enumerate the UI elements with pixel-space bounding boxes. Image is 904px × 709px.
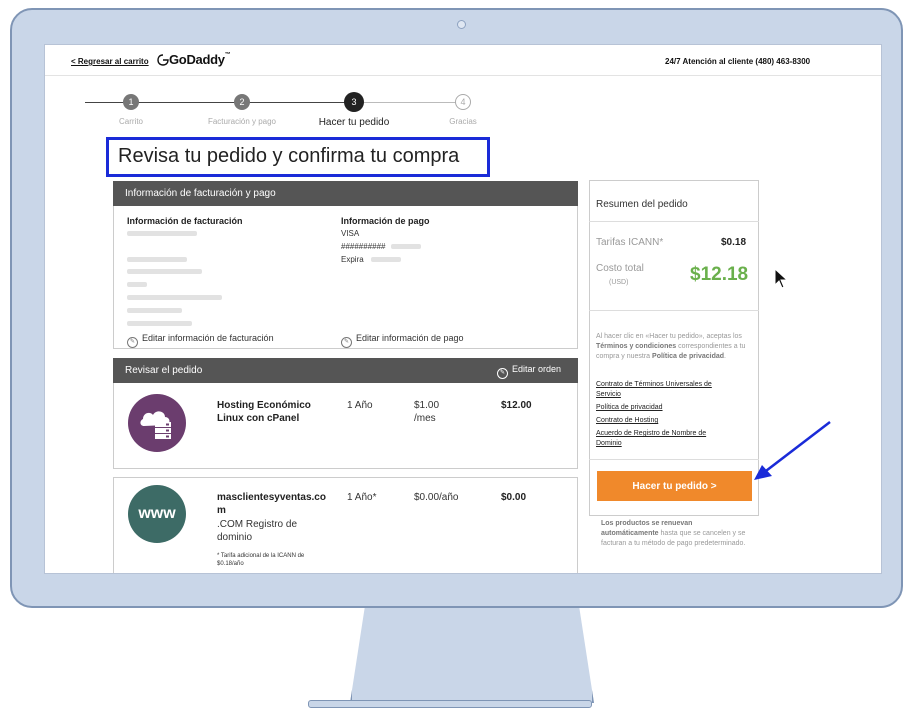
godaddy-logo[interactable]: GoDaddy™	[169, 52, 231, 67]
card-number: ##########	[341, 242, 386, 251]
redacted-email	[127, 257, 187, 262]
icann-fee-value: $0.18	[721, 237, 747, 248]
domain-agreement-link-cont[interactable]: Dominio	[596, 439, 622, 449]
legal-text: Al hacer clic en «Hacer tu pedido», acep…	[596, 333, 746, 360]
godaddy-logo-icon	[157, 53, 169, 71]
camera-dot	[457, 20, 466, 29]
edit-pencil-icon: ✎	[341, 337, 352, 348]
auto-renew-note: Los productos se renuevan automáticament…	[601, 520, 746, 547]
top-bar: < Regresar al carrito GoDaddy™ 24/7 Aten…	[45, 45, 881, 76]
redacted-address	[127, 269, 202, 274]
edit-billing-label: Editar información de facturación	[142, 333, 274, 343]
redacted-unit	[127, 282, 147, 287]
stepper-line-todo	[357, 102, 462, 103]
hosting-contract-link[interactable]: Contrato de Hosting	[596, 416, 658, 426]
redacted-expiry	[371, 257, 401, 262]
domain-icann-note: * Tarifa adicional de la ICANN de $0.18/a…	[217, 553, 305, 567]
edit-billing-link[interactable]: ✎ Editar información de facturación	[127, 333, 274, 348]
domain-price: $0.00/año	[414, 492, 459, 503]
redacted-name	[127, 231, 197, 236]
back-to-cart-link[interactable]: < Regresar al carrito	[71, 57, 149, 66]
domain-product-type: .COM Registro de dominio	[217, 519, 298, 543]
step-2-label: Facturación y pago	[207, 117, 277, 126]
domain-term: 1 Año*	[347, 492, 377, 503]
summary-divider	[589, 459, 759, 460]
payment-info-label: Información de pago	[341, 216, 430, 226]
redacted-country	[127, 308, 182, 313]
redacted-city	[127, 295, 222, 300]
billing-section-header: Información de facturación y pago	[113, 181, 578, 206]
card-type: VISA	[341, 229, 360, 238]
edit-pencil-icon: ✎	[497, 368, 508, 379]
summary-title: Resumen del pedido	[596, 199, 688, 210]
support-phone[interactable]: 24/7 Atención al cliente (480) 463-8300	[665, 57, 810, 66]
page-title: Revisa tu pedido y confirma tu compra	[118, 145, 460, 167]
total-currency: (USD)	[609, 279, 629, 286]
billing-info-label: Información de facturación	[127, 216, 243, 226]
monitor-stand-base	[308, 700, 592, 708]
annotation-arrow-icon	[752, 420, 832, 487]
step-4-circle: 4	[455, 94, 471, 110]
hosting-term: 1 Año	[347, 400, 373, 411]
edit-order-label: Editar orden	[512, 364, 562, 374]
www-globe-icon: www	[128, 485, 186, 543]
billing-panel	[113, 206, 578, 349]
summary-divider	[589, 310, 759, 311]
universal-terms-link-cont[interactable]: Servicio	[596, 390, 621, 400]
summary-divider	[589, 221, 759, 222]
redacted-phone	[127, 321, 192, 326]
redacted-card-digits	[391, 244, 421, 249]
mouse-cursor-icon	[774, 267, 789, 295]
total-cost-label: Costo total	[596, 263, 644, 274]
edit-payment-label: Editar información de pago	[356, 333, 464, 343]
domain-product-name: masclientesyventas.co m	[217, 492, 326, 516]
monitor-stand	[350, 608, 594, 703]
icann-fee-label: Tarifas ICANN*	[596, 237, 664, 248]
step-3-circle: 3	[344, 92, 364, 112]
step-3-label: Hacer tu pedido	[318, 117, 390, 128]
step-1-label: Carrito	[118, 117, 143, 126]
hosting-price: $1.00/mes	[414, 400, 440, 424]
domain-total: $0.00	[501, 492, 527, 503]
step-1-circle: 1	[123, 94, 139, 110]
privacy-policy-link[interactable]: Política de privacidad	[596, 403, 663, 413]
expires-label: Expira	[341, 255, 364, 264]
total-cost-value: $12.18	[690, 264, 749, 285]
hosting-total: $12.00	[501, 400, 532, 411]
hosting-cloud-icon	[128, 394, 186, 452]
hosting-product-name: Hosting Económico Linux con cPanel	[217, 400, 311, 424]
edit-payment-link[interactable]: ✎ Editar información de pago	[341, 333, 464, 348]
step-4-label: Gracias	[449, 117, 477, 126]
edit-order-link[interactable]: ✎ Editar orden	[497, 364, 561, 379]
edit-pencil-icon: ✎	[127, 337, 138, 348]
place-order-button[interactable]: Hacer tu pedido >	[597, 471, 752, 501]
review-section-title: Revisar el pedido	[125, 365, 203, 376]
step-2-circle: 2	[234, 94, 250, 110]
universal-terms-link[interactable]: Contrato de Términos Universales de	[596, 380, 712, 390]
domain-agreement-link[interactable]: Acuerdo de Registro de Nombre de	[596, 429, 706, 439]
browser-screen: < Regresar al carrito GoDaddy™ 24/7 Aten…	[44, 44, 882, 574]
